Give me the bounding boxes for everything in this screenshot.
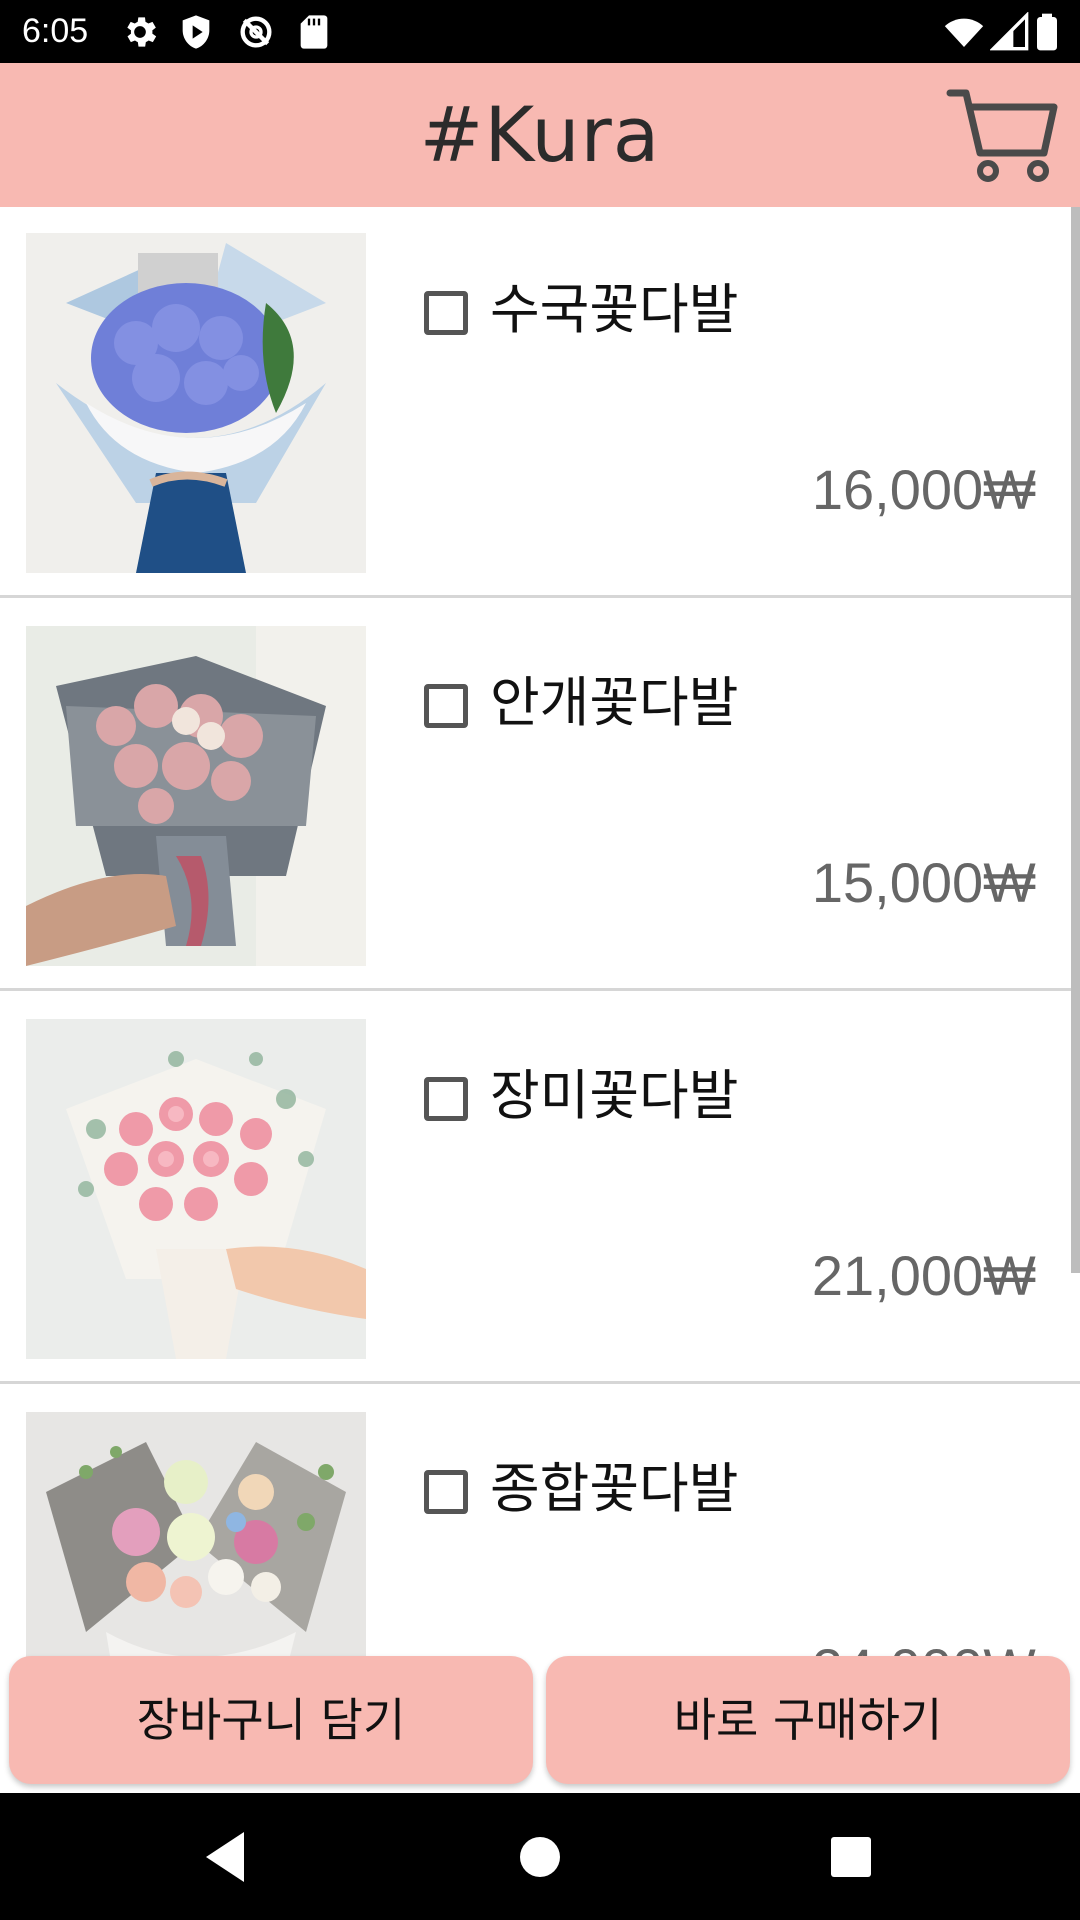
product-item: 안개꽃다발 15,000₩ bbox=[0, 600, 1080, 992]
buy-now-button[interactable]: 바로 구매하기 bbox=[546, 1656, 1070, 1784]
product-name: 안개꽃다발 bbox=[490, 671, 739, 734]
shopping-cart-icon[interactable] bbox=[944, 83, 1060, 187]
product-item: 장미꽃다발 21,000₩ bbox=[0, 993, 1080, 1385]
gear-icon bbox=[120, 12, 160, 52]
product-price: 21,000₩ bbox=[811, 1244, 1036, 1307]
app-bar: #Kura bbox=[0, 63, 1080, 207]
product-name: 장미꽃다발 bbox=[490, 1064, 739, 1127]
scrollbar-thumb[interactable] bbox=[1071, 207, 1080, 1273]
navigation-bar bbox=[0, 1793, 1080, 1920]
no-sync-icon bbox=[236, 12, 276, 52]
product-checkbox[interactable] bbox=[424, 1077, 468, 1121]
product-checkbox[interactable] bbox=[424, 291, 468, 335]
divider bbox=[0, 988, 1080, 991]
product-name: 종합꽃다발 bbox=[490, 1457, 739, 1520]
cell-signal-icon bbox=[990, 12, 1030, 52]
product-name: 수국꽃다발 bbox=[490, 278, 739, 341]
wifi-icon bbox=[944, 12, 984, 52]
product-image bbox=[26, 1019, 366, 1359]
shield-play-icon bbox=[176, 12, 216, 52]
product-item: 수국꽃다발 16,000₩ bbox=[0, 207, 1080, 599]
product-checkbox[interactable] bbox=[424, 684, 468, 728]
product-image bbox=[26, 626, 366, 966]
product-price: 16,000₩ bbox=[811, 458, 1036, 521]
screen: 6:05 #Kura 수국꽃다발 16,000₩ 안개꽃다발 15,000₩ 장… bbox=[0, 0, 1080, 1920]
product-image bbox=[26, 233, 366, 573]
app-title: #Kura bbox=[419, 90, 661, 179]
back-icon[interactable] bbox=[190, 1820, 264, 1894]
divider bbox=[0, 595, 1080, 598]
battery-icon bbox=[1032, 12, 1062, 52]
recents-icon[interactable] bbox=[814, 1820, 888, 1894]
status-time: 6:05 bbox=[22, 12, 89, 50]
status-bar: 6:05 bbox=[0, 0, 1080, 63]
product-price: 15,000₩ bbox=[811, 851, 1036, 914]
home-icon[interactable] bbox=[503, 1820, 577, 1894]
divider bbox=[0, 1381, 1080, 1384]
product-checkbox[interactable] bbox=[424, 1470, 468, 1514]
add-to-cart-button[interactable]: 장바구니 담기 bbox=[9, 1656, 533, 1784]
sd-card-icon bbox=[294, 12, 334, 52]
product-list[interactable]: 수국꽃다발 16,000₩ 안개꽃다발 15,000₩ 장미꽃다발 21,000… bbox=[0, 207, 1080, 1793]
